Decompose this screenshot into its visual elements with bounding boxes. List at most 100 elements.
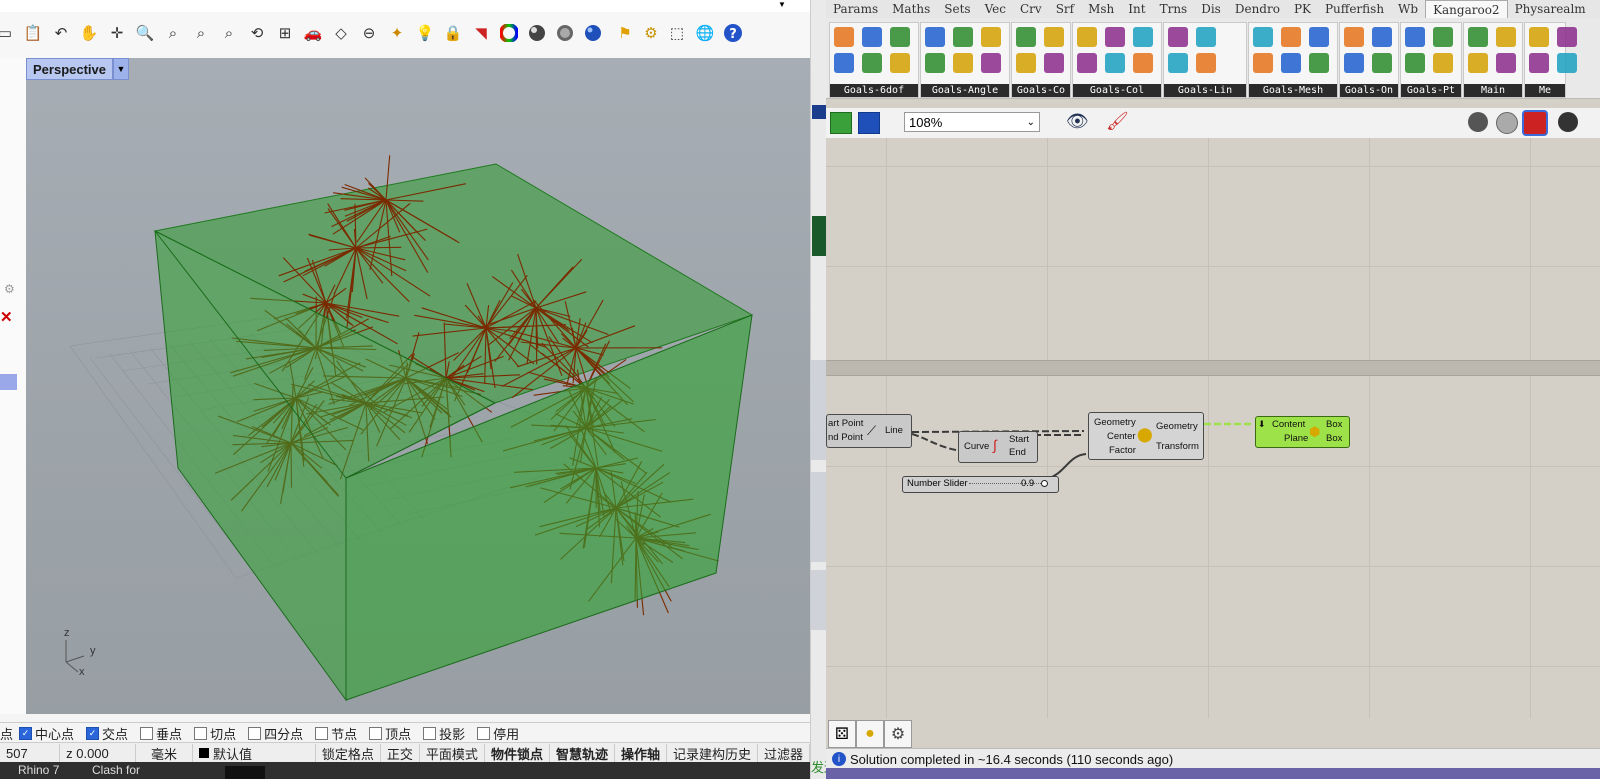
four-viewports-icon[interactable]: ⊞ xyxy=(274,22,296,44)
osnap-checkbox[interactable]: ✓ xyxy=(19,726,33,740)
ribbon-group-label[interactable]: Goals-Angle xyxy=(921,84,1009,97)
line-input-end[interactable]: nd Point xyxy=(828,432,863,443)
status-toggle[interactable]: 操作轴 xyxy=(615,744,667,762)
component-icon[interactable] xyxy=(1496,27,1516,47)
scale-output-transform[interactable]: Transform xyxy=(1156,441,1199,452)
number-slider[interactable]: Number Slider 0.9 xyxy=(902,476,1059,493)
tab-trns[interactable]: Trns xyxy=(1153,0,1195,18)
object-snap-icon[interactable]: ⊖ xyxy=(358,22,380,44)
tab-pufferfish[interactable]: Pufferfish xyxy=(1318,0,1391,18)
slider-grip[interactable] xyxy=(1041,480,1048,487)
component-icon[interactable] xyxy=(1557,27,1577,47)
tab-crv[interactable]: Crv xyxy=(1013,0,1049,18)
component-icon[interactable] xyxy=(862,27,882,47)
osnap-checkbox[interactable] xyxy=(477,726,491,740)
taskbar-thumbnail[interactable] xyxy=(225,766,265,779)
component-icon[interactable] xyxy=(981,27,1001,47)
component-icon[interactable] xyxy=(1372,53,1392,73)
tab-srf[interactable]: Srf xyxy=(1049,0,1081,18)
ribbon-group-label[interactable]: Goals-Mesh xyxy=(1249,84,1337,97)
scale-input-geometry[interactable]: Geometry xyxy=(1094,417,1136,428)
component-icon[interactable] xyxy=(1372,27,1392,47)
component-icon[interactable] xyxy=(1253,53,1273,73)
scale-input-factor[interactable]: Factor xyxy=(1109,445,1136,456)
lock-icon[interactable]: 🔒 xyxy=(442,22,464,44)
curve-output-start[interactable]: Start xyxy=(1009,434,1029,445)
component-icon[interactable] xyxy=(953,53,973,73)
zoom-dropdown[interactable]: 108% ⌄ xyxy=(904,112,1040,132)
component-icon[interactable] xyxy=(1196,27,1216,47)
help-icon[interactable]: ? xyxy=(722,22,744,44)
tab-maths[interactable]: Maths xyxy=(885,0,937,18)
preview-eye-icon[interactable]: 👁 xyxy=(1066,111,1089,132)
osnap-4[interactable]: 四分点 xyxy=(248,724,303,743)
layer-icon[interactable]: ◥ xyxy=(470,22,492,44)
component-icon[interactable] xyxy=(1468,27,1488,47)
selected-preview-icon[interactable] xyxy=(1522,110,1548,136)
tab-pk[interactable]: PK xyxy=(1287,0,1318,18)
component-icon[interactable] xyxy=(834,53,854,73)
ribbon-group-label[interactable]: Me xyxy=(1525,84,1565,97)
current-layer[interactable]: 默认值 xyxy=(193,744,316,762)
component-icon[interactable] xyxy=(1016,53,1036,73)
status-toggle[interactable]: 物件锁点 xyxy=(485,744,550,762)
settings-icon[interactable]: ⚙ xyxy=(4,282,15,296)
component-icon[interactable] xyxy=(1168,53,1188,73)
osnap-5[interactable]: 节点 xyxy=(315,724,357,743)
taskbar-item-rhino[interactable]: Rhino 7 xyxy=(18,763,59,777)
viewport-title[interactable]: Perspective xyxy=(26,58,113,80)
extra-icon[interactable] xyxy=(1558,112,1578,132)
component-icon[interactable] xyxy=(1105,27,1125,47)
scale-component[interactable]: Geometry Center Factor ⬤ Geometry Transf… xyxy=(1088,412,1204,460)
component-icon[interactable] xyxy=(1433,53,1453,73)
tab-int[interactable]: Int xyxy=(1121,0,1152,18)
osnap-checkbox[interactable] xyxy=(194,726,208,740)
perspective-viewport[interactable]: z y x xyxy=(26,58,810,714)
component-icon[interactable] xyxy=(1133,27,1153,47)
scale-output-geometry[interactable]: Geometry xyxy=(1156,421,1198,432)
component-icon[interactable] xyxy=(1557,53,1577,73)
ribbon-group-label[interactable]: Goals-Col xyxy=(1073,84,1161,97)
osnap-8[interactable]: 停用 xyxy=(477,724,519,743)
settings-icon[interactable]: ⚙ xyxy=(884,720,912,748)
close-icon[interactable]: ✕ xyxy=(0,308,13,326)
osnap-3[interactable]: 切点 xyxy=(194,724,236,743)
status-toggle[interactable]: 记录建构历史 xyxy=(667,744,758,762)
osnap-0[interactable]: ✓ 中心点 xyxy=(19,724,74,743)
component-icon[interactable] xyxy=(890,27,910,47)
component-icon[interactable] xyxy=(862,53,882,73)
zoom-extents-icon[interactable]: ⌕ xyxy=(190,22,212,44)
osnap-2[interactable]: 垂点 xyxy=(140,724,182,743)
component-icon[interactable] xyxy=(1016,27,1036,47)
paste-icon[interactable]: 📋 xyxy=(22,22,44,44)
component-icon[interactable] xyxy=(981,53,1001,73)
component-icon[interactable] xyxy=(1281,53,1301,73)
tab-vec[interactable]: Vec xyxy=(978,0,1013,18)
component-icon[interactable] xyxy=(1253,27,1273,47)
component-icon[interactable] xyxy=(953,27,973,47)
rotate-view-icon[interactable]: ✛ xyxy=(106,22,128,44)
color-wheel-icon[interactable] xyxy=(498,22,520,44)
component-icon[interactable] xyxy=(1344,27,1364,47)
blue-sphere-icon[interactable] xyxy=(582,22,604,44)
globe-icon[interactable]: 🌐 xyxy=(694,22,716,44)
osnap-checkbox[interactable] xyxy=(248,726,262,740)
sketch-brush-icon[interactable]: 🖌 xyxy=(1106,111,1129,132)
solver-icon[interactable]: ● xyxy=(856,720,884,748)
curve-output-end[interactable]: End xyxy=(1009,447,1026,458)
osnap-6[interactable]: 顶点 xyxy=(369,724,411,743)
curve-component[interactable]: Curve ∫ Start End xyxy=(958,431,1038,463)
component-icon[interactable] xyxy=(1529,27,1549,47)
component-icon[interactable] xyxy=(1405,27,1425,47)
scale-input-center[interactable]: Center xyxy=(1107,431,1136,442)
status-toggle[interactable]: 锁定格点 xyxy=(316,744,381,762)
tab-sets[interactable]: Sets xyxy=(937,0,977,18)
tab-physarealm[interactable]: Physarealm xyxy=(1508,0,1593,18)
component-icon[interactable] xyxy=(1405,53,1425,73)
curve-input[interactable]: Curve xyxy=(964,441,989,452)
tab-kangaroo2[interactable]: Kangaroo2 xyxy=(1425,0,1508,18)
component-icon[interactable] xyxy=(1168,27,1188,47)
box-input-content[interactable]: Content xyxy=(1272,419,1305,430)
component-icon[interactable] xyxy=(1309,53,1329,73)
shaded-sphere-icon[interactable] xyxy=(526,22,548,44)
